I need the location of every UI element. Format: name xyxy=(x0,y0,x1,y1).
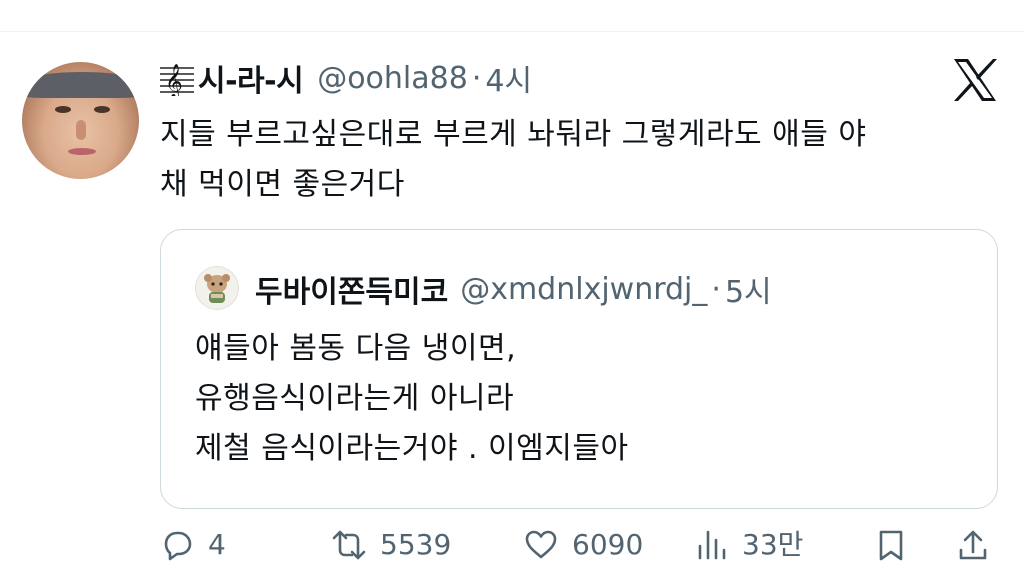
quoted-author-avatar[interactable] xyxy=(195,266,239,310)
author-avatar[interactable] xyxy=(22,62,139,179)
reply-icon xyxy=(164,531,192,561)
music-staff-icon: 𝄞 xyxy=(160,64,194,96)
avatar-mouth xyxy=(68,148,96,155)
quoted-tweet-card[interactable]: 두바이쫀득미코 @xmdnlxjwnrdj_ · 5시 얘들아 봄동 다음 냉이… xyxy=(160,229,998,509)
cartoon-character-avatar xyxy=(204,274,230,303)
retweet-count: 5539 xyxy=(380,528,452,561)
top-divider xyxy=(0,31,1024,32)
quoted-author-name[interactable]: 두바이쫀득미코 xyxy=(255,267,448,311)
author-name[interactable]: 시-라-시 xyxy=(198,56,304,100)
tweet-text-line: 채 먹이면 좋은거다 xyxy=(160,167,405,202)
quoted-author-handle[interactable]: @xmdnlxjwnrdj_ xyxy=(460,272,707,307)
quoted-text-line: 유행음식이라는게 아니라 xyxy=(195,381,515,416)
quoted-text: 얘들아 봄동 다음 냉이면, 유행음식이라는게 아니라 제철 음식이라는거야 .… xyxy=(195,324,975,474)
action-bar: 4 5539 6090 33만 xyxy=(0,528,1024,568)
share-button[interactable] xyxy=(956,528,1004,562)
avatar-eye xyxy=(55,106,71,113)
like-count: 6090 xyxy=(572,528,644,561)
views-count: 33만 xyxy=(742,528,804,561)
like-button[interactable]: 6090 xyxy=(524,528,643,562)
quoted-time[interactable]: 5시 xyxy=(725,267,772,311)
separator-dot: · xyxy=(711,271,721,307)
tweet-time[interactable]: 4시 xyxy=(485,56,532,100)
tweet-header: 𝄞 시-라-시 @oohla88 · 4시 xyxy=(160,56,532,100)
avatar-nose xyxy=(76,120,86,140)
bookmark-button[interactable] xyxy=(874,528,922,562)
retweet-button[interactable]: 5539 xyxy=(332,528,451,562)
reply-count: 4 xyxy=(208,528,226,561)
views-button[interactable]: 33만 xyxy=(694,528,803,562)
avatar-eye xyxy=(94,106,110,113)
quoted-text-line: 제철 음식이라는거야 . 이엠지들아 xyxy=(195,431,629,466)
bookmark-icon xyxy=(879,530,903,561)
quoted-text-line: 얘들아 봄동 다음 냉이면, xyxy=(195,331,517,366)
author-handle[interactable]: @oohla88 xyxy=(317,61,468,96)
tweet-text-line: 지들 부르고싶은대로 부르게 놔둬라 그렇게라도 애들 야 xyxy=(160,117,867,152)
heart-icon xyxy=(525,530,557,559)
retweet-icon xyxy=(332,530,366,560)
separator-dot: · xyxy=(471,60,482,96)
avatar-headband xyxy=(22,72,139,98)
quoted-header: 두바이쫀득미코 @xmdnlxjwnrdj_ · 5시 xyxy=(255,267,772,311)
views-icon xyxy=(698,530,726,560)
reply-button[interactable]: 4 xyxy=(160,528,226,562)
share-icon xyxy=(959,530,987,560)
x-logo-icon[interactable] xyxy=(951,56,999,104)
tweet-text: 지들 부르고싶은대로 부르게 놔둬라 그렇게라도 애들 야 채 먹이면 좋은거다 xyxy=(160,110,1010,210)
svg-text:𝄞: 𝄞 xyxy=(165,64,183,96)
